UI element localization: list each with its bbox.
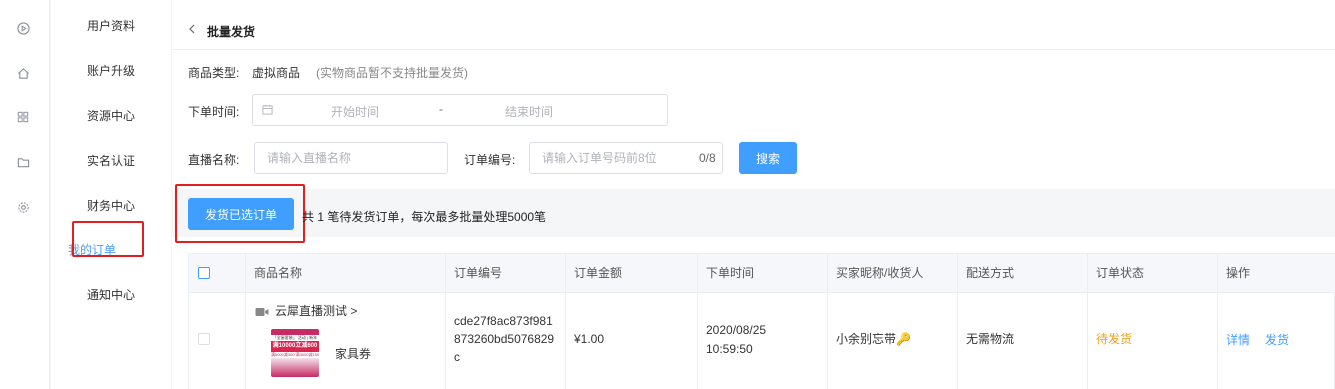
live-play-icon[interactable]: [16, 21, 30, 35]
menu-item-notification-center[interactable]: 通知中心: [51, 286, 171, 303]
back-chevron-icon[interactable]: [188, 23, 196, 38]
home-icon[interactable]: [16, 66, 30, 80]
start-time-placeholder[interactable]: 开始时间: [331, 103, 431, 120]
column-divider: [565, 254, 566, 389]
delivery-method: 无需物流: [966, 332, 1015, 346]
column-header-order-no: 订单编号: [454, 266, 503, 280]
settings-gear-icon[interactable]: [16, 200, 30, 214]
column-header-product: 商品名称: [254, 266, 303, 280]
menu-item-resource-center[interactable]: 资源中心: [51, 107, 171, 124]
column-header-actions: 操作: [1226, 266, 1251, 280]
calendar-icon: [262, 104, 273, 118]
order-amount: ¥1.00: [574, 332, 605, 346]
orders-table: 商品名称 订单编号 订单金额 下单时间 买家昵称/收货人 配送方式 订单状态 操…: [188, 253, 1335, 389]
product-thumbnail: 「全屋套装」 活动 | 新年 满10000立减600 满5000减300 满30…: [271, 329, 319, 377]
order-status-badge: 待发货: [1096, 332, 1133, 346]
page-header: 批量发货: [172, 0, 1335, 50]
main-content: 批量发货 商品类型: 虚拟商品 (实物商品暂不支持批量发货) 下单时间: 开始时…: [172, 0, 1335, 389]
live-name-input[interactable]: [254, 142, 448, 174]
product-type-label: 商品类型:: [188, 66, 240, 80]
thumbnail-line-2: 满10000立减600: [271, 341, 319, 352]
video-camera-icon: [255, 306, 269, 320]
search-button[interactable]: 搜索: [739, 142, 797, 174]
menu-item-finance-center[interactable]: 财务中心: [51, 197, 171, 214]
thumbnail-line-3: 满5000减300 满3000减150: [271, 352, 319, 357]
order-number-line-2: 873260bd5076829: [454, 332, 555, 346]
icon-rail: [0, 0, 50, 389]
buyer-nickname: 小余别忘带🔑: [836, 332, 911, 346]
column-divider: [827, 254, 828, 389]
column-header-order-time: 下单时间: [706, 266, 755, 280]
table-header: 商品名称 订单编号 订单金额 下单时间 买家昵称/收货人 配送方式 订单状态 操…: [189, 254, 1335, 293]
column-header-buyer: 买家昵称/收货人: [836, 266, 924, 280]
column-header-status: 订单状态: [1096, 266, 1145, 280]
column-divider: [445, 254, 446, 389]
order-detail-link[interactable]: 详情: [1226, 331, 1250, 348]
apps-grid-icon[interactable]: [16, 110, 30, 124]
menu-item-real-name-auth[interactable]: 实名认证: [51, 152, 171, 169]
product-type-hint: (实物商品暂不支持批量发货): [316, 66, 468, 80]
account-side-menu: 用户资料 账户升级 资源中心 实名认证 财务中心 我的订单 通知中心: [51, 0, 171, 389]
order-number-line-3: c: [454, 350, 460, 364]
column-divider: [1217, 254, 1218, 389]
order-date: 2020/08/25: [706, 323, 767, 337]
order-number-line-1: cde27f8ac873f981: [454, 314, 553, 328]
product-name: 家具券: [335, 347, 372, 361]
column-header-delivery: 配送方式: [966, 266, 1015, 280]
select-all-checkbox[interactable]: [198, 267, 210, 279]
menu-item-account-upgrade[interactable]: 账户升级: [51, 62, 171, 79]
annotation-highlight-my-orders: [72, 221, 144, 257]
column-divider: [957, 254, 958, 389]
range-separator: -: [439, 102, 443, 116]
live-name-label: 直播名称:: [188, 153, 240, 167]
column-header-amount: 订单金额: [574, 266, 623, 280]
column-divider: [1087, 254, 1088, 389]
product-type-value: 虚拟商品: [252, 66, 301, 80]
row-select-checkbox[interactable]: [198, 333, 210, 345]
folder-icon[interactable]: [16, 155, 30, 169]
order-time: 10:59:50: [706, 342, 753, 356]
column-divider: [697, 254, 698, 389]
product-live-link[interactable]: 云犀直播测试 >: [275, 302, 357, 320]
order-no-input[interactable]: [529, 142, 723, 174]
page-title: 批量发货: [207, 25, 256, 39]
order-time-range-picker[interactable]: 开始时间 - 结束时间: [252, 94, 668, 126]
order-no-label: 订单编号:: [464, 153, 516, 167]
order-no-char-counter: 0/8: [699, 151, 716, 165]
column-divider: [245, 254, 246, 389]
annotation-highlight-ship-button: [175, 184, 305, 243]
end-time-placeholder[interactable]: 结束时间: [505, 103, 605, 120]
order-time-label: 下单时间:: [188, 105, 240, 119]
menu-item-user-profile[interactable]: 用户资料: [51, 17, 171, 34]
order-ship-link[interactable]: 发货: [1265, 331, 1289, 348]
batch-pending-info: 共 1 笔待发货订单，每次最多批量处理5000笔: [302, 210, 547, 224]
